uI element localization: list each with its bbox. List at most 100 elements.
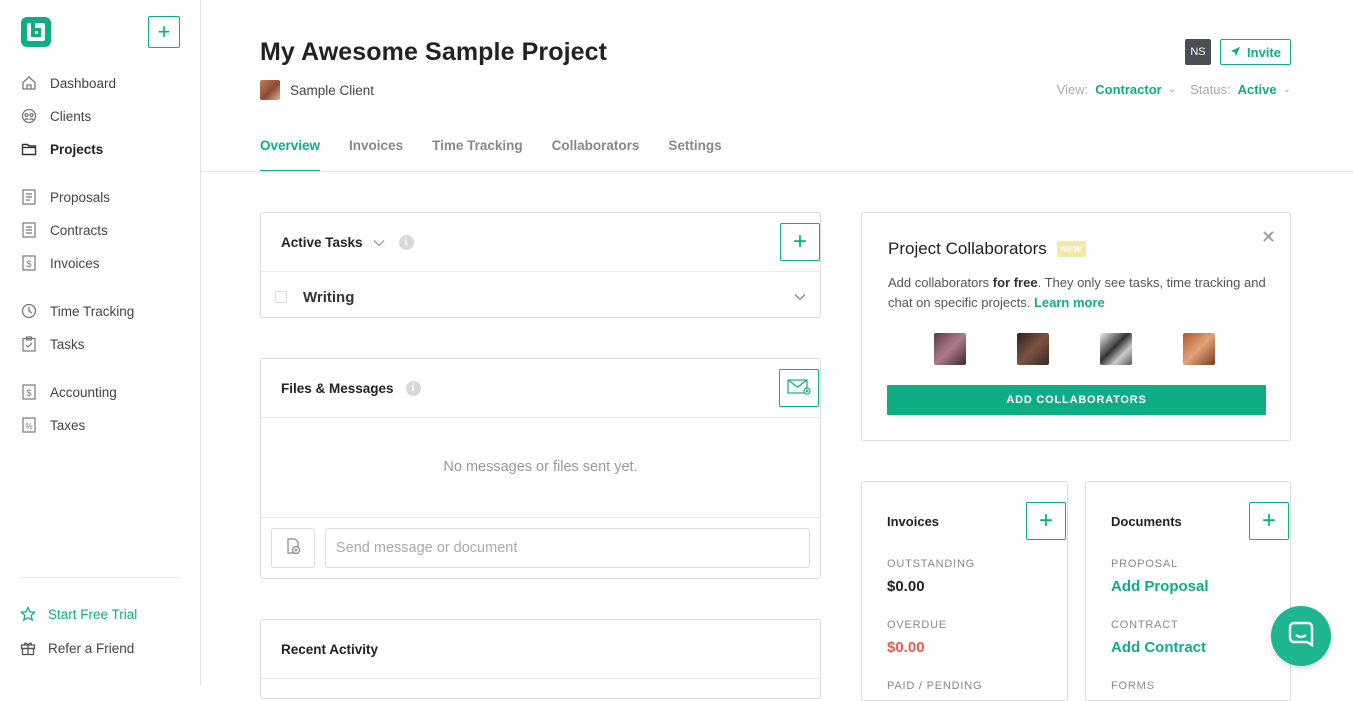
tax-doc-icon: % — [20, 416, 38, 434]
project-tabs: Overview Invoices Time Tracking Collabor… — [260, 130, 751, 172]
documents-summary-card: Documents + PROPOSAL Add Proposal CONTRA… — [1085, 481, 1291, 701]
desc-bold: for free — [992, 275, 1038, 290]
sidebar-item-tasks[interactable]: Tasks — [20, 332, 85, 356]
clients-icon — [20, 107, 38, 125]
star-icon — [20, 606, 36, 622]
chevron-down-icon[interactable] — [373, 236, 385, 250]
invoices-summary-card: Invoices + OUTSTANDING $0.00 OVERDUE $0.… — [861, 481, 1068, 701]
view-dropdown[interactable]: Contractor — [1095, 82, 1161, 97]
info-icon[interactable]: i — [398, 235, 414, 250]
overdue-label: OVERDUE — [887, 619, 947, 631]
sidebar: + Dashboard Clients Projects Proposals C… — [0, 0, 201, 686]
sidebar-item-projects[interactable]: Projects — [20, 137, 103, 161]
tab-settings[interactable]: Settings — [668, 130, 721, 172]
avatar — [1183, 333, 1215, 365]
attach-file-button[interactable] — [271, 528, 315, 568]
invite-button[interactable]: Invite — [1220, 39, 1291, 65]
send-icon — [1230, 45, 1241, 60]
card-divider — [261, 678, 820, 679]
add-collaborators-button[interactable]: ADD COLLABORATORS — [887, 385, 1266, 415]
folder-icon — [20, 140, 38, 158]
chat-icon — [1286, 619, 1316, 654]
forms-label: FORMS — [1111, 680, 1155, 692]
clipboard-icon — [20, 335, 38, 353]
tab-collaborators[interactable]: Collaborators — [552, 130, 640, 172]
avatar — [1100, 333, 1132, 365]
envelope-icon — [787, 374, 811, 402]
home-icon — [20, 74, 38, 92]
card-divider — [261, 517, 820, 518]
contract-label: CONTRACT — [1111, 619, 1179, 631]
sidebar-item-label: Tasks — [50, 336, 85, 352]
view-status-bar: View: Contractor ⌄ Status: Active ⌄ — [1057, 82, 1291, 97]
new-badge: NEW — [1056, 241, 1087, 257]
collaborators-title: Project Collaborators — [888, 239, 1047, 258]
invite-label: Invite — [1247, 44, 1281, 60]
close-icon[interactable]: ✕ — [1261, 227, 1276, 248]
client-link[interactable]: Sample Client — [260, 80, 374, 100]
tab-invoices[interactable]: Invoices — [349, 130, 403, 172]
add-contract-link[interactable]: Add Contract — [1111, 639, 1206, 656]
project-collaborators-card: Project Collaborators NEW ✕ Add collabor… — [861, 212, 1291, 441]
start-free-trial-link[interactable]: Start Free Trial — [20, 603, 137, 625]
clock-icon — [20, 302, 38, 320]
sidebar-item-label: Clients — [50, 108, 92, 124]
active-tasks-header[interactable]: Active Tasks i — [281, 235, 414, 250]
view-label: View: — [1056, 82, 1089, 97]
info-icon[interactable]: i — [405, 381, 421, 396]
proposal-label: PROPOSAL — [1111, 558, 1178, 570]
svg-text:%: % — [25, 422, 32, 431]
add-document-button[interactable]: + — [1249, 502, 1289, 540]
tabs-divider — [201, 171, 1353, 172]
sidebar-item-dashboard[interactable]: Dashboard — [20, 71, 116, 95]
sidebar-item-label: Accounting — [50, 384, 117, 400]
task-row[interactable]: Writing — [275, 285, 806, 309]
page-title: My Awesome Sample Project — [260, 38, 608, 66]
task-checkbox[interactable] — [275, 291, 287, 303]
recent-activity-card: Recent Activity — [260, 619, 821, 699]
outstanding-value: $0.00 — [887, 578, 925, 595]
sidebar-item-accounting[interactable]: $ Accounting — [20, 380, 117, 404]
sidebar-item-proposals[interactable]: Proposals — [20, 185, 110, 209]
message-input[interactable] — [325, 528, 810, 568]
paid-pending-label: PAID / PENDING — [887, 680, 983, 692]
email-compose-button[interactable] — [779, 369, 819, 407]
status-dropdown[interactable]: Active — [1238, 82, 1277, 97]
create-new-button[interactable]: + — [148, 16, 180, 48]
sidebar-item-taxes[interactable]: % Taxes — [20, 413, 85, 437]
documents-card-title: Documents — [1111, 514, 1182, 529]
sidebar-item-clients[interactable]: Clients — [20, 104, 91, 128]
task-name: Writing — [303, 288, 355, 306]
tab-overview[interactable]: Overview — [260, 130, 321, 172]
add-invoice-button[interactable]: + — [1026, 502, 1066, 540]
client-name: Sample Client — [290, 82, 375, 98]
svg-text:$: $ — [26, 259, 31, 269]
proposal-doc-icon — [20, 188, 38, 206]
sidebar-item-label: Invoices — [50, 255, 100, 271]
add-task-button[interactable]: + — [780, 223, 820, 261]
app-logo[interactable] — [20, 16, 52, 48]
sidebar-divider — [20, 577, 180, 578]
add-proposal-link[interactable]: Add Proposal — [1111, 578, 1209, 595]
empty-messages-text: No messages or files sent yet. — [443, 459, 638, 475]
tab-time-tracking[interactable]: Time Tracking — [432, 130, 523, 172]
chevron-down-icon[interactable] — [794, 288, 806, 306]
collaborators-header: Project Collaborators NEW — [888, 239, 1087, 259]
sidebar-item-label: Dashboard — [50, 75, 117, 91]
active-tasks-card: Active Tasks i + Writing — [260, 212, 821, 318]
collaborator-avatars — [934, 333, 1215, 365]
sidebar-item-label: Proposals — [50, 189, 111, 205]
refer-a-friend-label: Refer a Friend — [48, 640, 135, 656]
learn-more-link[interactable]: Learn more — [1034, 295, 1105, 310]
active-tasks-title: Active Tasks — [281, 235, 363, 250]
accounting-doc-icon: $ — [20, 383, 38, 401]
sidebar-item-time-tracking[interactable]: Time Tracking — [20, 299, 134, 323]
files-messages-title: Files & Messages — [281, 381, 394, 396]
user-avatar[interactable]: NS — [1185, 39, 1211, 65]
invoices-card-title: Invoices — [887, 514, 940, 529]
sidebar-item-invoices[interactable]: $ Invoices — [20, 251, 100, 275]
sidebar-item-contracts[interactable]: Contracts — [20, 218, 108, 242]
chat-support-button[interactable] — [1271, 606, 1331, 666]
refer-a-friend-link[interactable]: Refer a Friend — [20, 637, 134, 659]
contract-doc-icon — [20, 221, 38, 239]
